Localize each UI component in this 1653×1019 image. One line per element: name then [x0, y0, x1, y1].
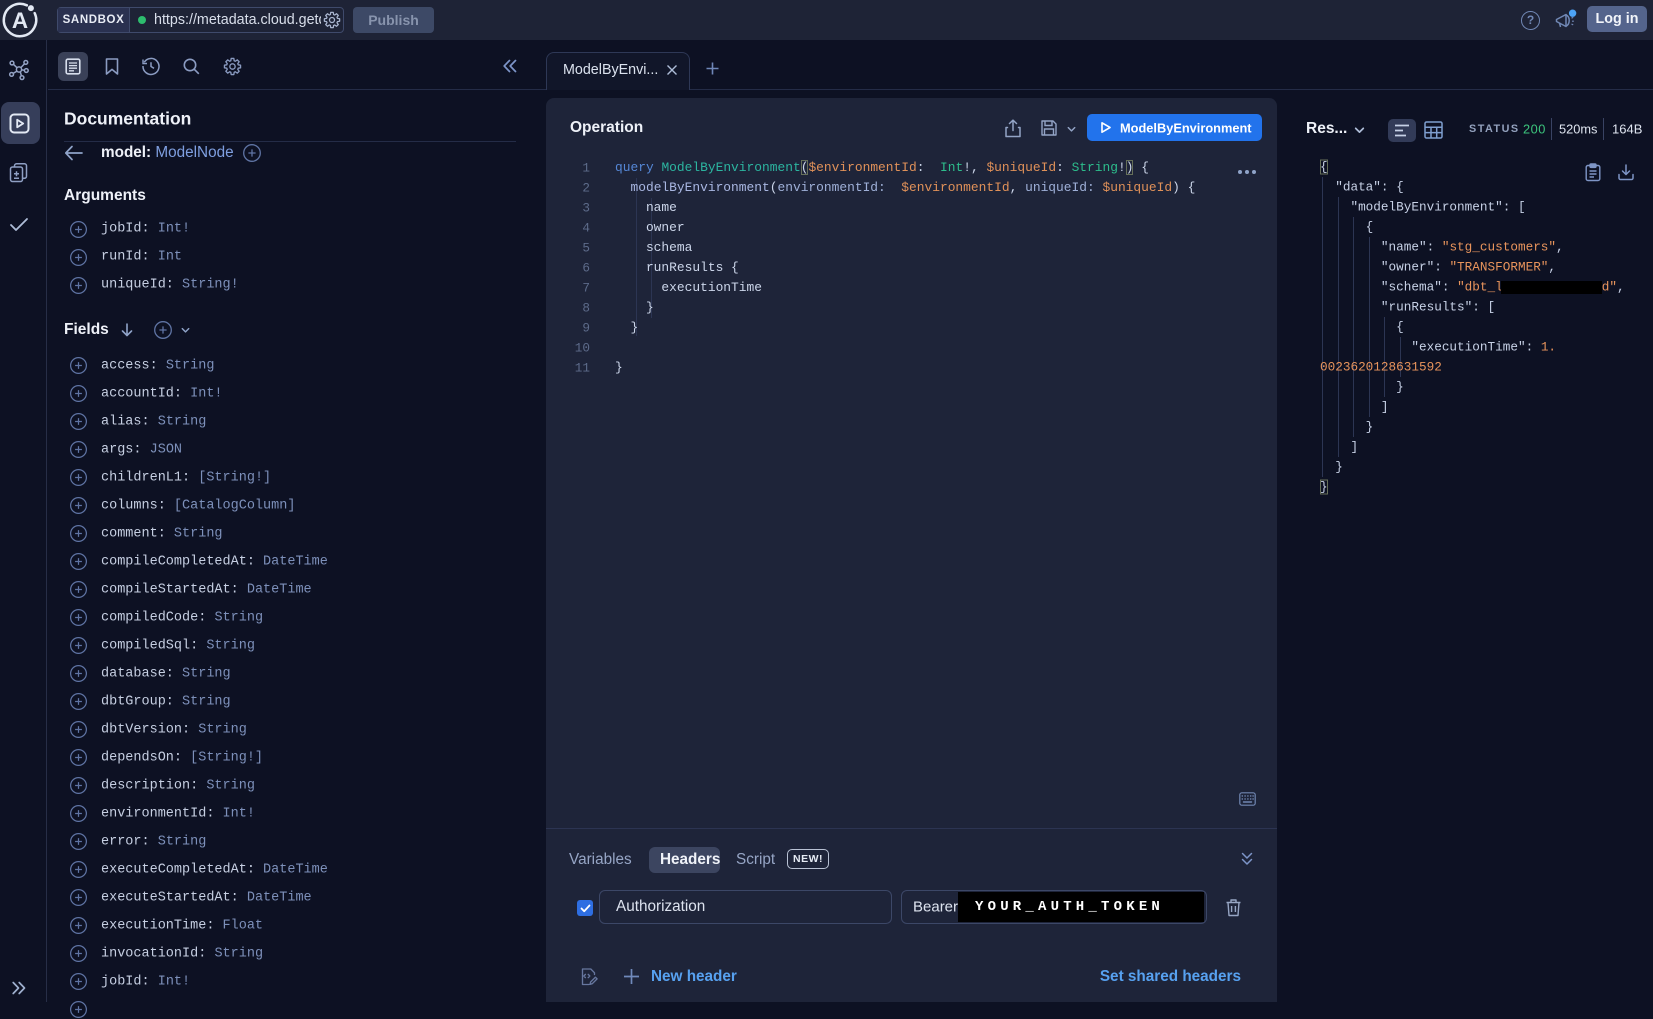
svg-text:A: A — [12, 8, 28, 33]
